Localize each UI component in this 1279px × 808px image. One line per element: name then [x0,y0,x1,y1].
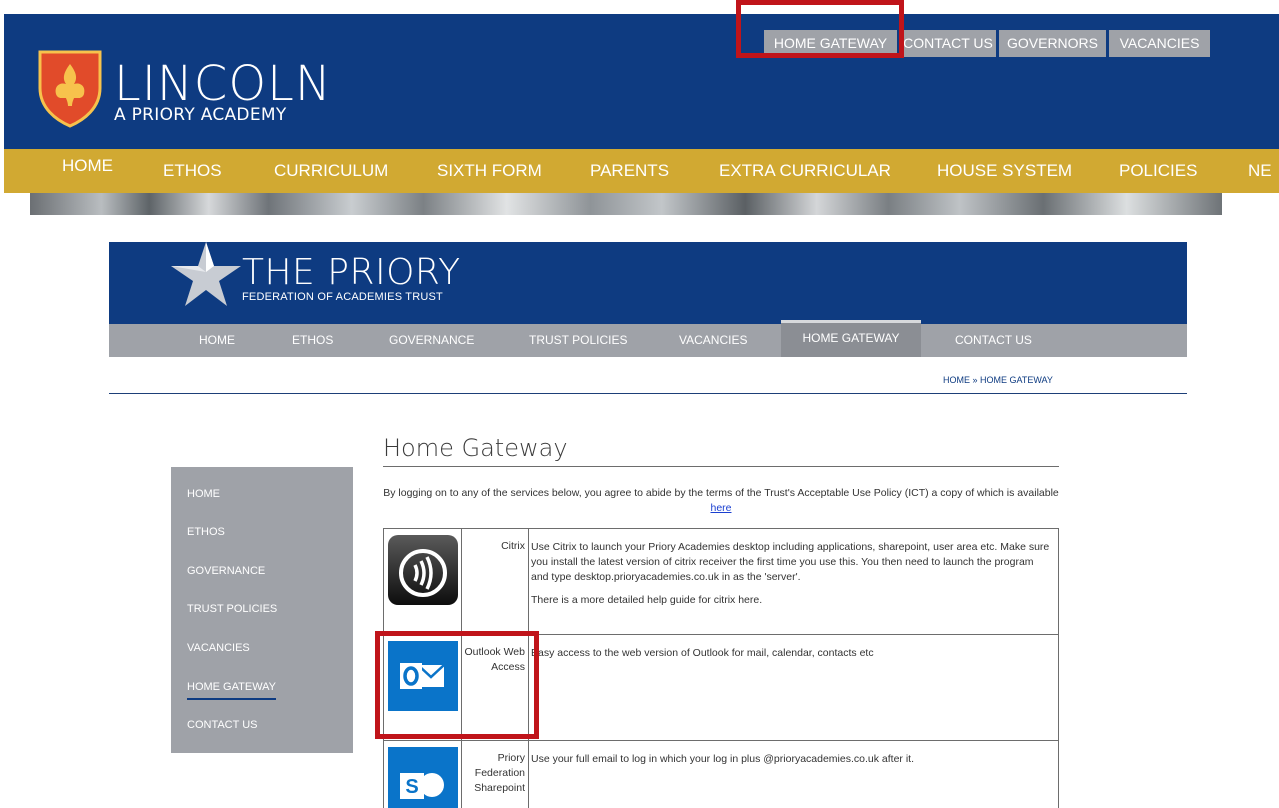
service-desc-citrix: Use Citrix to launch your Priory Academi… [529,529,1058,634]
svg-text:S: S [405,776,418,798]
intro-text: By logging on to any of the services bel… [383,486,1059,516]
highlight-box-home-gateway [736,0,904,58]
top-link-vacancies[interactable]: VACANCIES [1109,30,1210,57]
top-link-governors[interactable]: GOVERNORS [999,30,1106,57]
hero-image-strip [30,193,1222,215]
lincoln-nav-extra-curricular[interactable]: EXTRA CURRICULAR [719,149,891,193]
page: LINCOLN A PRIORY ACADEMY HOME GATEWAY CO… [0,0,1279,808]
lincoln-nav-policies[interactable]: POLICIES [1119,149,1197,193]
priory-nav-vacancies[interactable]: VACANCIES [679,324,747,357]
service-name-citrix[interactable]: Citrix [462,529,529,634]
priory-star-logo[interactable] [171,242,241,308]
citrix-help-before: There is a more detailed [531,594,645,606]
icon-cell [384,529,462,634]
side-item-contact-us[interactable]: CONTACT US [187,719,258,732]
lincoln-title[interactable]: LINCOLN [114,60,332,108]
icon-cell: S [384,741,462,808]
sharepoint-icon[interactable]: S [388,747,458,808]
priory-header: THE PRIORY FEDERATION OF ACADEMIES TRUST [109,242,1187,324]
lincoln-nav-sixth-form[interactable]: SIXTH FORM [437,149,542,193]
citrix-desc-paragraph: Use Citrix to launch your Priory Academi… [531,540,1052,585]
lincoln-nav-curriculum[interactable]: CURRICULUM [274,149,388,193]
breadcrumb-divider [109,393,1187,394]
lincoln-nav-home[interactable]: HOME [44,149,131,193]
lincoln-nav-house-system[interactable]: HOUSE SYSTEM [937,149,1072,193]
side-item-home-gateway[interactable]: HOME GATEWAY [187,681,277,700]
service-desc-sharepoint: Use your full email to log in which your… [531,753,914,765]
lincoln-crest-logo[interactable] [36,48,104,128]
intro-statement: By logging on to any of the services bel… [383,487,1059,499]
lincoln-header: LINCOLN A PRIORY ACADEMY HOME GATEWAY CO… [4,14,1279,149]
citrix-receiver-link[interactable]: citrix receiver [675,556,737,568]
side-item-trust-policies[interactable]: TRUST POLICIES [187,603,277,616]
priory-nav-trust-policies[interactable]: TRUST POLICIES [529,324,627,357]
side-menu: HOME ETHOS GOVERNANCE TRUST POLICIES VAC… [171,467,353,753]
priory-title[interactable]: THE PRIORY [242,254,461,292]
priory-nav-home[interactable]: HOME [199,324,235,357]
priory-nav-governance[interactable]: GOVERNANCE [389,324,474,357]
side-item-ethos[interactable]: ETHOS [187,526,225,539]
page-title: Home Gateway [383,434,568,462]
citrix-help-paragraph: There is a more detailed help guide for … [531,593,1052,608]
top-link-contact-us[interactable]: CONTACT US [900,30,996,57]
lincoln-nav-ethos[interactable]: ETHOS [163,149,222,193]
lincoln-nav-parents[interactable]: PARENTS [590,149,669,193]
side-item-home[interactable]: HOME [187,488,220,501]
citrix-help-guide-link[interactable]: help guide for citrix here [647,594,759,606]
citrix-help-after: . [759,594,763,606]
service-name-sharepoint[interactable]: Priory Federation Sharepoint [462,741,529,808]
priory-main-nav: HOME ETHOS GOVERNANCE TRUST POLICIES VAC… [109,320,1187,357]
service-desc-outlook: Easy access to the web version of Outloo… [531,647,874,659]
priory-subtitle: FEDERATION OF ACADEMIES TRUST [242,291,443,303]
priory-nav-ethos[interactable]: ETHOS [292,324,333,357]
lincoln-subtitle: A PRIORY ACADEMY [114,105,287,125]
table-row: Citrix Use Citrix to launch your Priory … [384,529,1058,635]
side-item-vacancies[interactable]: VACANCIES [187,642,250,655]
breadcrumb[interactable]: HOME » HOME GATEWAY [943,375,1053,385]
priory-nav-home-gateway[interactable]: HOME GATEWAY [781,320,921,357]
side-item-governance[interactable]: GOVERNANCE [187,565,265,578]
table-row: S Priory Federation Sharepoint Use your … [384,741,1058,808]
aup-here-link[interactable]: here [710,502,731,514]
highlight-box-outlook [375,631,539,739]
priory-nav-contact-us[interactable]: CONTACT US [955,324,1032,357]
lincoln-nav-more[interactable]: NE [1248,149,1272,193]
title-underline [383,466,1059,467]
lincoln-main-nav: HOME ETHOS CURRICULUM SIXTH FORM PARENTS… [4,149,1279,193]
citrix-icon[interactable] [388,535,458,605]
